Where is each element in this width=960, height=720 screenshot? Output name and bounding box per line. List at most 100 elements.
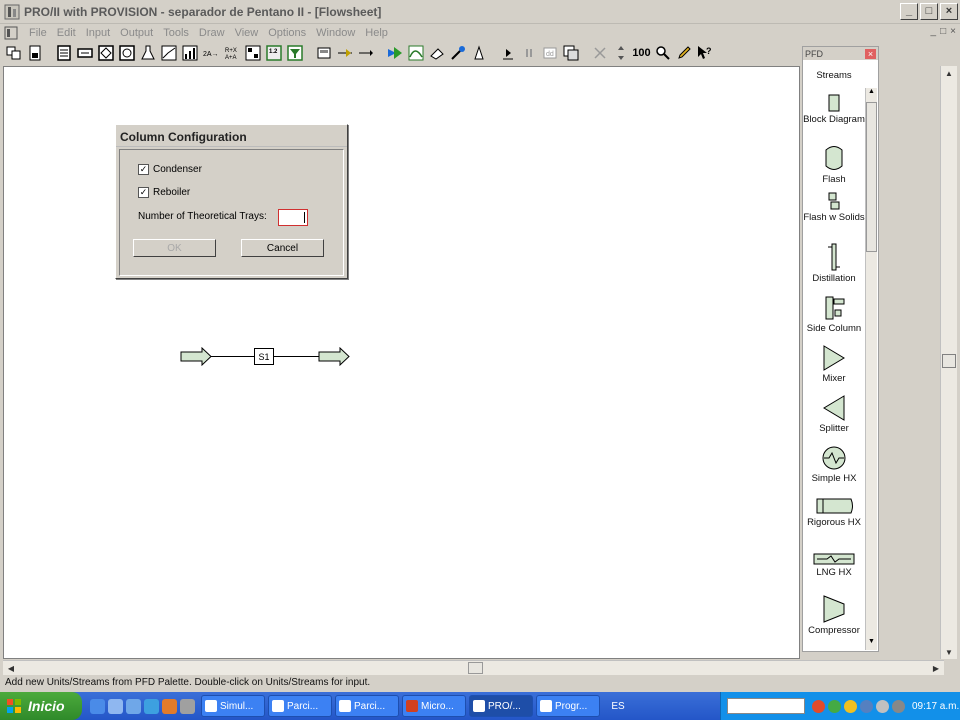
pfd-item-compressor[interactable]: Compressor <box>803 595 865 636</box>
mdi-close-button[interactable]: × <box>950 26 956 37</box>
tray-icon-1[interactable] <box>812 699 825 713</box>
zoom-icon[interactable] <box>314 44 333 63</box>
scroll-up-icon[interactable]: ▲ <box>866 88 877 100</box>
vertical-scrollbar[interactable]: ▲ ▼ <box>940 66 957 659</box>
run-icon[interactable] <box>385 44 404 63</box>
trays-input[interactable] <box>278 209 308 226</box>
pfd-scroll-thumb[interactable] <box>866 102 877 252</box>
scroll-right-icon[interactable]: ▶ <box>929 662 943 675</box>
new-flowsheet-icon[interactable] <box>4 44 23 63</box>
units-icon[interactable] <box>96 44 115 63</box>
mdi-minimize-button[interactable]: _ <box>931 26 937 37</box>
taskbar-item-parci-2[interactable]: Parci... <box>335 695 399 717</box>
pfd-item-splitter[interactable]: Splitter <box>803 395 865 434</box>
stream-inlet-arrow[interactable] <box>180 347 212 366</box>
reboiler-check-icon[interactable]: ✓ <box>138 187 149 198</box>
pfd-item-flash-solids[interactable]: Flash w Solids <box>803 192 865 223</box>
menu-edit[interactable]: Edit <box>52 27 81 39</box>
delete-icon[interactable] <box>590 44 609 63</box>
close-button[interactable]: × <box>940 3 958 20</box>
menu-output[interactable]: Output <box>115 27 158 39</box>
desktop-icon[interactable] <box>126 698 141 714</box>
reaction-icon[interactable]: 2A→B <box>201 44 220 63</box>
app-launch-icon[interactable] <box>180 698 195 714</box>
vertical-scroll-thumb[interactable] <box>942 354 956 368</box>
plot-icon[interactable] <box>159 44 178 63</box>
thermo-icon[interactable] <box>75 44 94 63</box>
ie-icon[interactable] <box>90 698 105 714</box>
wrench-icon[interactable] <box>448 44 467 63</box>
language-indicator[interactable]: ES <box>605 701 631 712</box>
pfd-item-block-diagram[interactable]: Block Diagram <box>803 94 865 125</box>
menu-window[interactable]: Window <box>311 27 360 39</box>
scroll-up-icon[interactable]: ▲ <box>942 66 956 80</box>
component-selection-icon[interactable] <box>54 44 73 63</box>
stream-line-left[interactable] <box>211 356 254 357</box>
arrow-icon[interactable] <box>356 44 375 63</box>
document-icon[interactable] <box>4 26 18 40</box>
stream-label-s1[interactable]: S1 <box>254 348 274 365</box>
zoom-100-icon[interactable]: 100 <box>632 44 651 63</box>
calc-sequence-icon[interactable]: 1.2 <box>264 44 283 63</box>
taskbar-item-parci-1[interactable]: Parci... <box>268 695 332 717</box>
menu-input[interactable]: Input <box>81 27 115 39</box>
menu-options[interactable]: Options <box>263 27 311 39</box>
tray-icon-2[interactable] <box>828 699 841 713</box>
help-cursor-icon[interactable]: ? <box>695 44 714 63</box>
tray-icon-3[interactable] <box>844 699 857 713</box>
media-player-icon[interactable] <box>144 698 159 714</box>
horizontal-scrollbar[interactable]: ◀ ▶ <box>3 660 944 675</box>
wizard-icon[interactable] <box>469 44 488 63</box>
reboiler-checkbox[interactable]: ✓ Reboiler <box>138 187 190 198</box>
scroll-down-icon[interactable]: ▼ <box>866 638 877 650</box>
pfd-item-mixer[interactable]: Mixer <box>803 345 865 384</box>
copy-icon[interactable] <box>561 44 580 63</box>
condenser-checkbox[interactable]: ✓ Condenser <box>138 164 202 175</box>
scroll-left-icon[interactable]: ◀ <box>4 662 18 675</box>
stream-outlet-arrow[interactable] <box>318 347 350 366</box>
outlook-icon[interactable] <box>108 698 123 714</box>
stream-line-right[interactable] <box>274 356 319 357</box>
pfd-item-simple-hx[interactable]: Simple HX <box>803 445 865 484</box>
pfd-item-side-column[interactable]: Side Column <box>803 295 865 334</box>
filter-icon[interactable] <box>285 44 304 63</box>
maximize-button[interactable]: □ <box>920 3 938 20</box>
mdi-restore-button[interactable]: □ <box>940 26 946 37</box>
pfd-close-icon[interactable]: × <box>865 48 876 59</box>
connect-icon[interactable] <box>335 44 354 63</box>
cancel-button[interactable]: Cancel <box>241 239 324 257</box>
assays-icon[interactable] <box>138 44 157 63</box>
pfd-item-flash[interactable]: Flash <box>803 144 865 185</box>
pfd-item-lng-hx[interactable]: LNG HX <box>803 553 865 578</box>
tray-icon-5[interactable] <box>876 699 889 713</box>
menu-file[interactable]: File <box>24 27 52 39</box>
adjust-icon[interactable] <box>611 44 630 63</box>
pause-icon[interactable] <box>519 44 538 63</box>
play-icon[interactable] <box>498 44 517 63</box>
volume-icon[interactable] <box>892 699 905 713</box>
menu-tools[interactable]: Tools <box>158 27 194 39</box>
tray-icon-4[interactable] <box>860 699 873 713</box>
chart-icon[interactable] <box>180 44 199 63</box>
pencil-icon[interactable] <box>674 44 693 63</box>
taskbar-item-simul[interactable]: Simul... <box>201 695 265 717</box>
horizontal-scroll-thumb[interactable] <box>468 662 483 674</box>
search-field[interactable] <box>727 698 805 714</box>
procedure-icon[interactable]: R+X A+A <box>222 44 241 63</box>
firefox-icon[interactable] <box>162 698 177 714</box>
condenser-check-icon[interactable]: ✓ <box>138 164 149 175</box>
problem-description-icon[interactable] <box>117 44 136 63</box>
pfd-item-rigorous-hx[interactable]: Rigorous HX <box>803 497 865 528</box>
stream-data-icon[interactable] <box>243 44 262 63</box>
save-icon[interactable] <box>25 44 44 63</box>
menu-view[interactable]: View <box>230 27 264 39</box>
menu-help[interactable]: Help <box>360 27 393 39</box>
start-button[interactable]: Inicio <box>0 692 82 720</box>
step-icon[interactable]: dd <box>540 44 559 63</box>
pfd-item-streams[interactable]: Streams <box>803 70 865 81</box>
taskbar-item-pro2[interactable]: PRO/... <box>469 695 533 717</box>
taskbar-item-micro[interactable]: Micro... <box>402 695 466 717</box>
curve-icon[interactable] <box>406 44 425 63</box>
minimize-button[interactable]: _ <box>900 3 918 20</box>
ok-button[interactable]: OK <box>133 239 216 257</box>
